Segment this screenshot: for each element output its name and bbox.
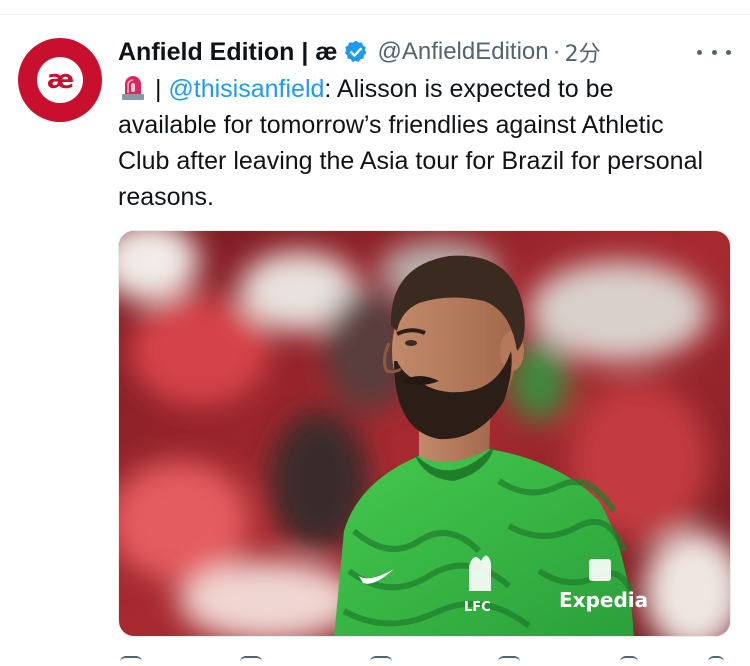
handle[interactable]: @AnfieldEdition	[377, 38, 548, 66]
views-icon[interactable]	[498, 656, 520, 666]
bookmark-icon[interactable]	[620, 656, 638, 666]
tweet-text: | @thisisanfield: Alisson is expected to…	[118, 71, 718, 215]
share-icon[interactable]	[708, 656, 724, 666]
more-options-icon[interactable]	[697, 38, 731, 66]
shirt-sponsor-text: Expedia	[559, 588, 648, 612]
tweet-header: Anfield Edition | æ @AnfieldEdition · 2分	[118, 34, 601, 70]
crest-text: LFC	[464, 600, 491, 615]
goalkeeper-photo: LFC Expedia	[119, 231, 730, 636]
display-name[interactable]: Anfield Edition | æ	[118, 38, 337, 67]
siren-emoji-icon	[118, 72, 148, 102]
avatar[interactable]: æ	[18, 38, 102, 122]
reply-icon[interactable]	[120, 656, 142, 666]
avatar-logo: æ	[37, 57, 83, 103]
text-separator: |	[148, 75, 169, 103]
tweet-photo[interactable]: LFC Expedia	[118, 230, 731, 637]
timestamp[interactable]: 2分	[565, 36, 601, 68]
separator-dot: ·	[552, 38, 561, 65]
retweet-icon[interactable]	[240, 656, 262, 666]
verified-badge-icon	[343, 39, 369, 65]
top-divider	[0, 14, 750, 15]
like-icon[interactable]	[370, 656, 392, 666]
tweet-actions-bar	[118, 656, 724, 666]
mention-link[interactable]: @thisisanfield	[168, 75, 324, 103]
